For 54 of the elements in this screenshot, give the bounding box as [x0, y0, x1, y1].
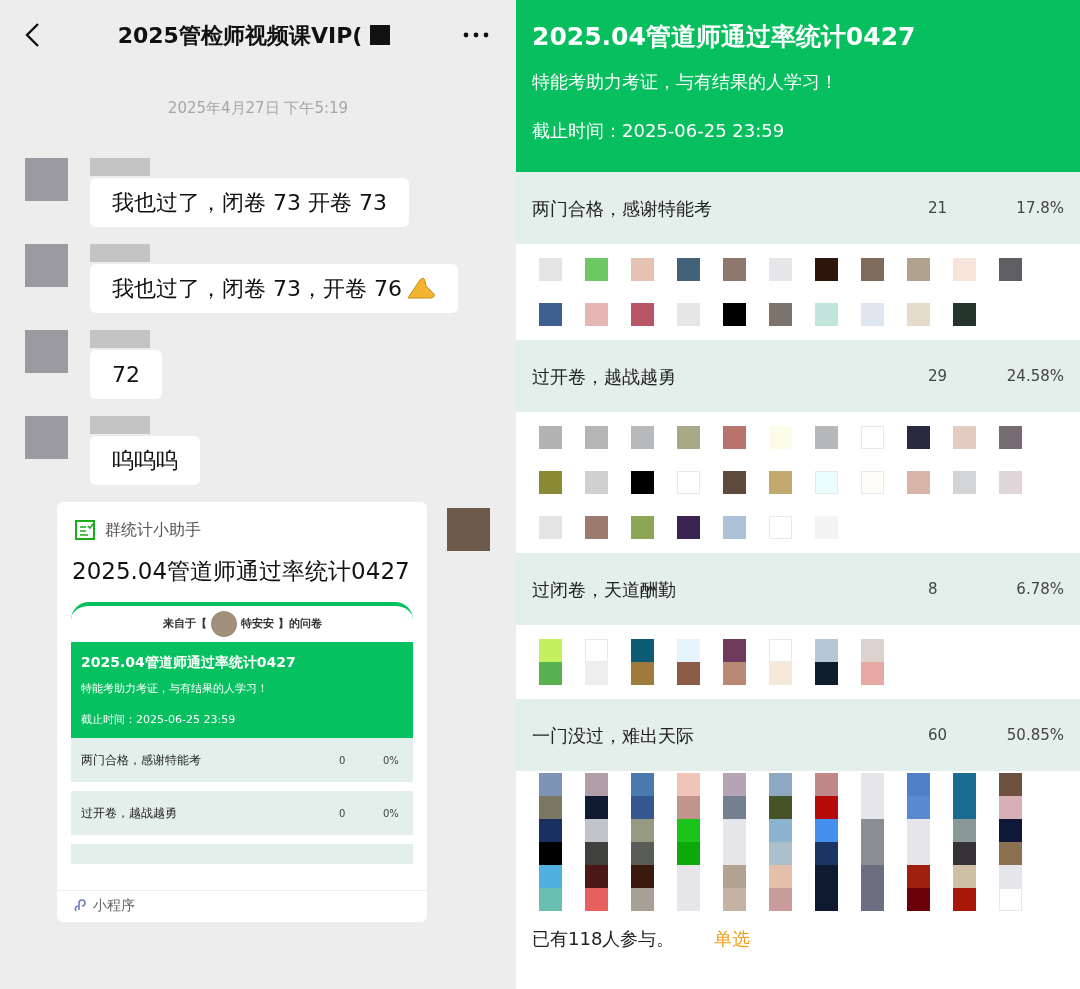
- vote-count: 0: [339, 753, 347, 768]
- avatar[interactable]: [447, 507, 490, 551]
- option-label: 一门没过，难出天际: [532, 723, 695, 748]
- participant-count: 已有118人参与。: [532, 927, 675, 951]
- message-text: 72: [112, 360, 140, 389]
- chat-title: 2025管检师视频课VIP(: [117, 21, 363, 50]
- option-label: 两门合格，感谢特能考: [81, 752, 202, 769]
- message-text: 我也过了，闭卷 73，开卷 76: [112, 274, 402, 303]
- option-label: 两门合格，感谢特能考: [532, 196, 713, 221]
- message-text: 呜呜呜: [112, 446, 178, 475]
- poll-deadline: 截止时间：2025-06-25 23:59: [81, 711, 237, 728]
- back-icon: [24, 22, 40, 48]
- avatar: [210, 611, 237, 637]
- avatar[interactable]: [25, 157, 68, 201]
- vote-percent: 0%: [383, 806, 400, 821]
- poll-deadline: 截止时间：2025-06-25 23:59: [532, 118, 786, 143]
- source-label: 来自于【: [162, 615, 207, 632]
- source-name: 特安安: [240, 615, 274, 632]
- poll-subtitle: 特能考助力考证，与有结果的人学习！: [532, 69, 839, 94]
- app-name: 群统计小助手: [105, 518, 201, 541]
- option-label: 过闭卷，天道酬勤: [532, 577, 677, 602]
- poll-title: 2025.04管道师通过率统计0427: [81, 653, 297, 672]
- vote-count: 8: [928, 578, 939, 600]
- card-title: 2025.04管道师通过率统计0427: [71, 556, 411, 586]
- link-icon: [73, 897, 89, 914]
- redaction-block: [370, 25, 391, 45]
- message-text: 我也过了，闭卷 73 开卷 73: [112, 188, 387, 217]
- checklist-icon: [75, 519, 95, 540]
- poll-subtitle: 特能考助力考证，与有结果的人学习！: [81, 681, 269, 697]
- vote-count: 29: [928, 365, 949, 387]
- redacted-name: [90, 329, 150, 348]
- vote-percent: 17.8%: [1015, 197, 1064, 219]
- vote-percent: 50.85%: [1005, 724, 1064, 746]
- timestamp: 2025年4月27日 下午5:19: [167, 98, 349, 119]
- option-label: 过开卷，越战越勇: [532, 364, 677, 389]
- vote-percent: 6.78%: [1015, 578, 1064, 600]
- option-label: 过开卷，越战越勇: [81, 805, 178, 822]
- mini-program-card[interactable]: 群统计小助手 2025.04管道师通过率统计0427 来自于【 特安安 】的问卷 2025.04管道师通过率统计0427 特能考助力考证，与有结果的人学习！ 截止时间：2025-06-25 23:59 两门合格，感谢特能考 0 0% 过开卷，越战越勇 0 0% 小程序: [57, 501, 427, 922]
- poll-title: 2025.04管道师通过率统计0427: [532, 21, 917, 53]
- poll-mode: 单选: [714, 927, 751, 951]
- vote-count: 21: [928, 197, 949, 219]
- source-label: 】的问卷: [277, 615, 322, 632]
- vote-count: 0: [339, 806, 347, 821]
- vote-count: 60: [928, 724, 949, 746]
- mini-program-label: 小程序: [93, 896, 135, 915]
- vote-percent: 24.58%: [1005, 365, 1064, 387]
- avatar[interactable]: [25, 329, 68, 373]
- more-icon: [463, 32, 489, 38]
- redacted-name: [90, 157, 150, 176]
- vote-percent: 0%: [383, 753, 400, 768]
- redacted-name: [90, 415, 150, 434]
- avatar[interactable]: [25, 415, 68, 459]
- avatar[interactable]: [25, 243, 68, 287]
- redacted-name: [90, 243, 150, 262]
